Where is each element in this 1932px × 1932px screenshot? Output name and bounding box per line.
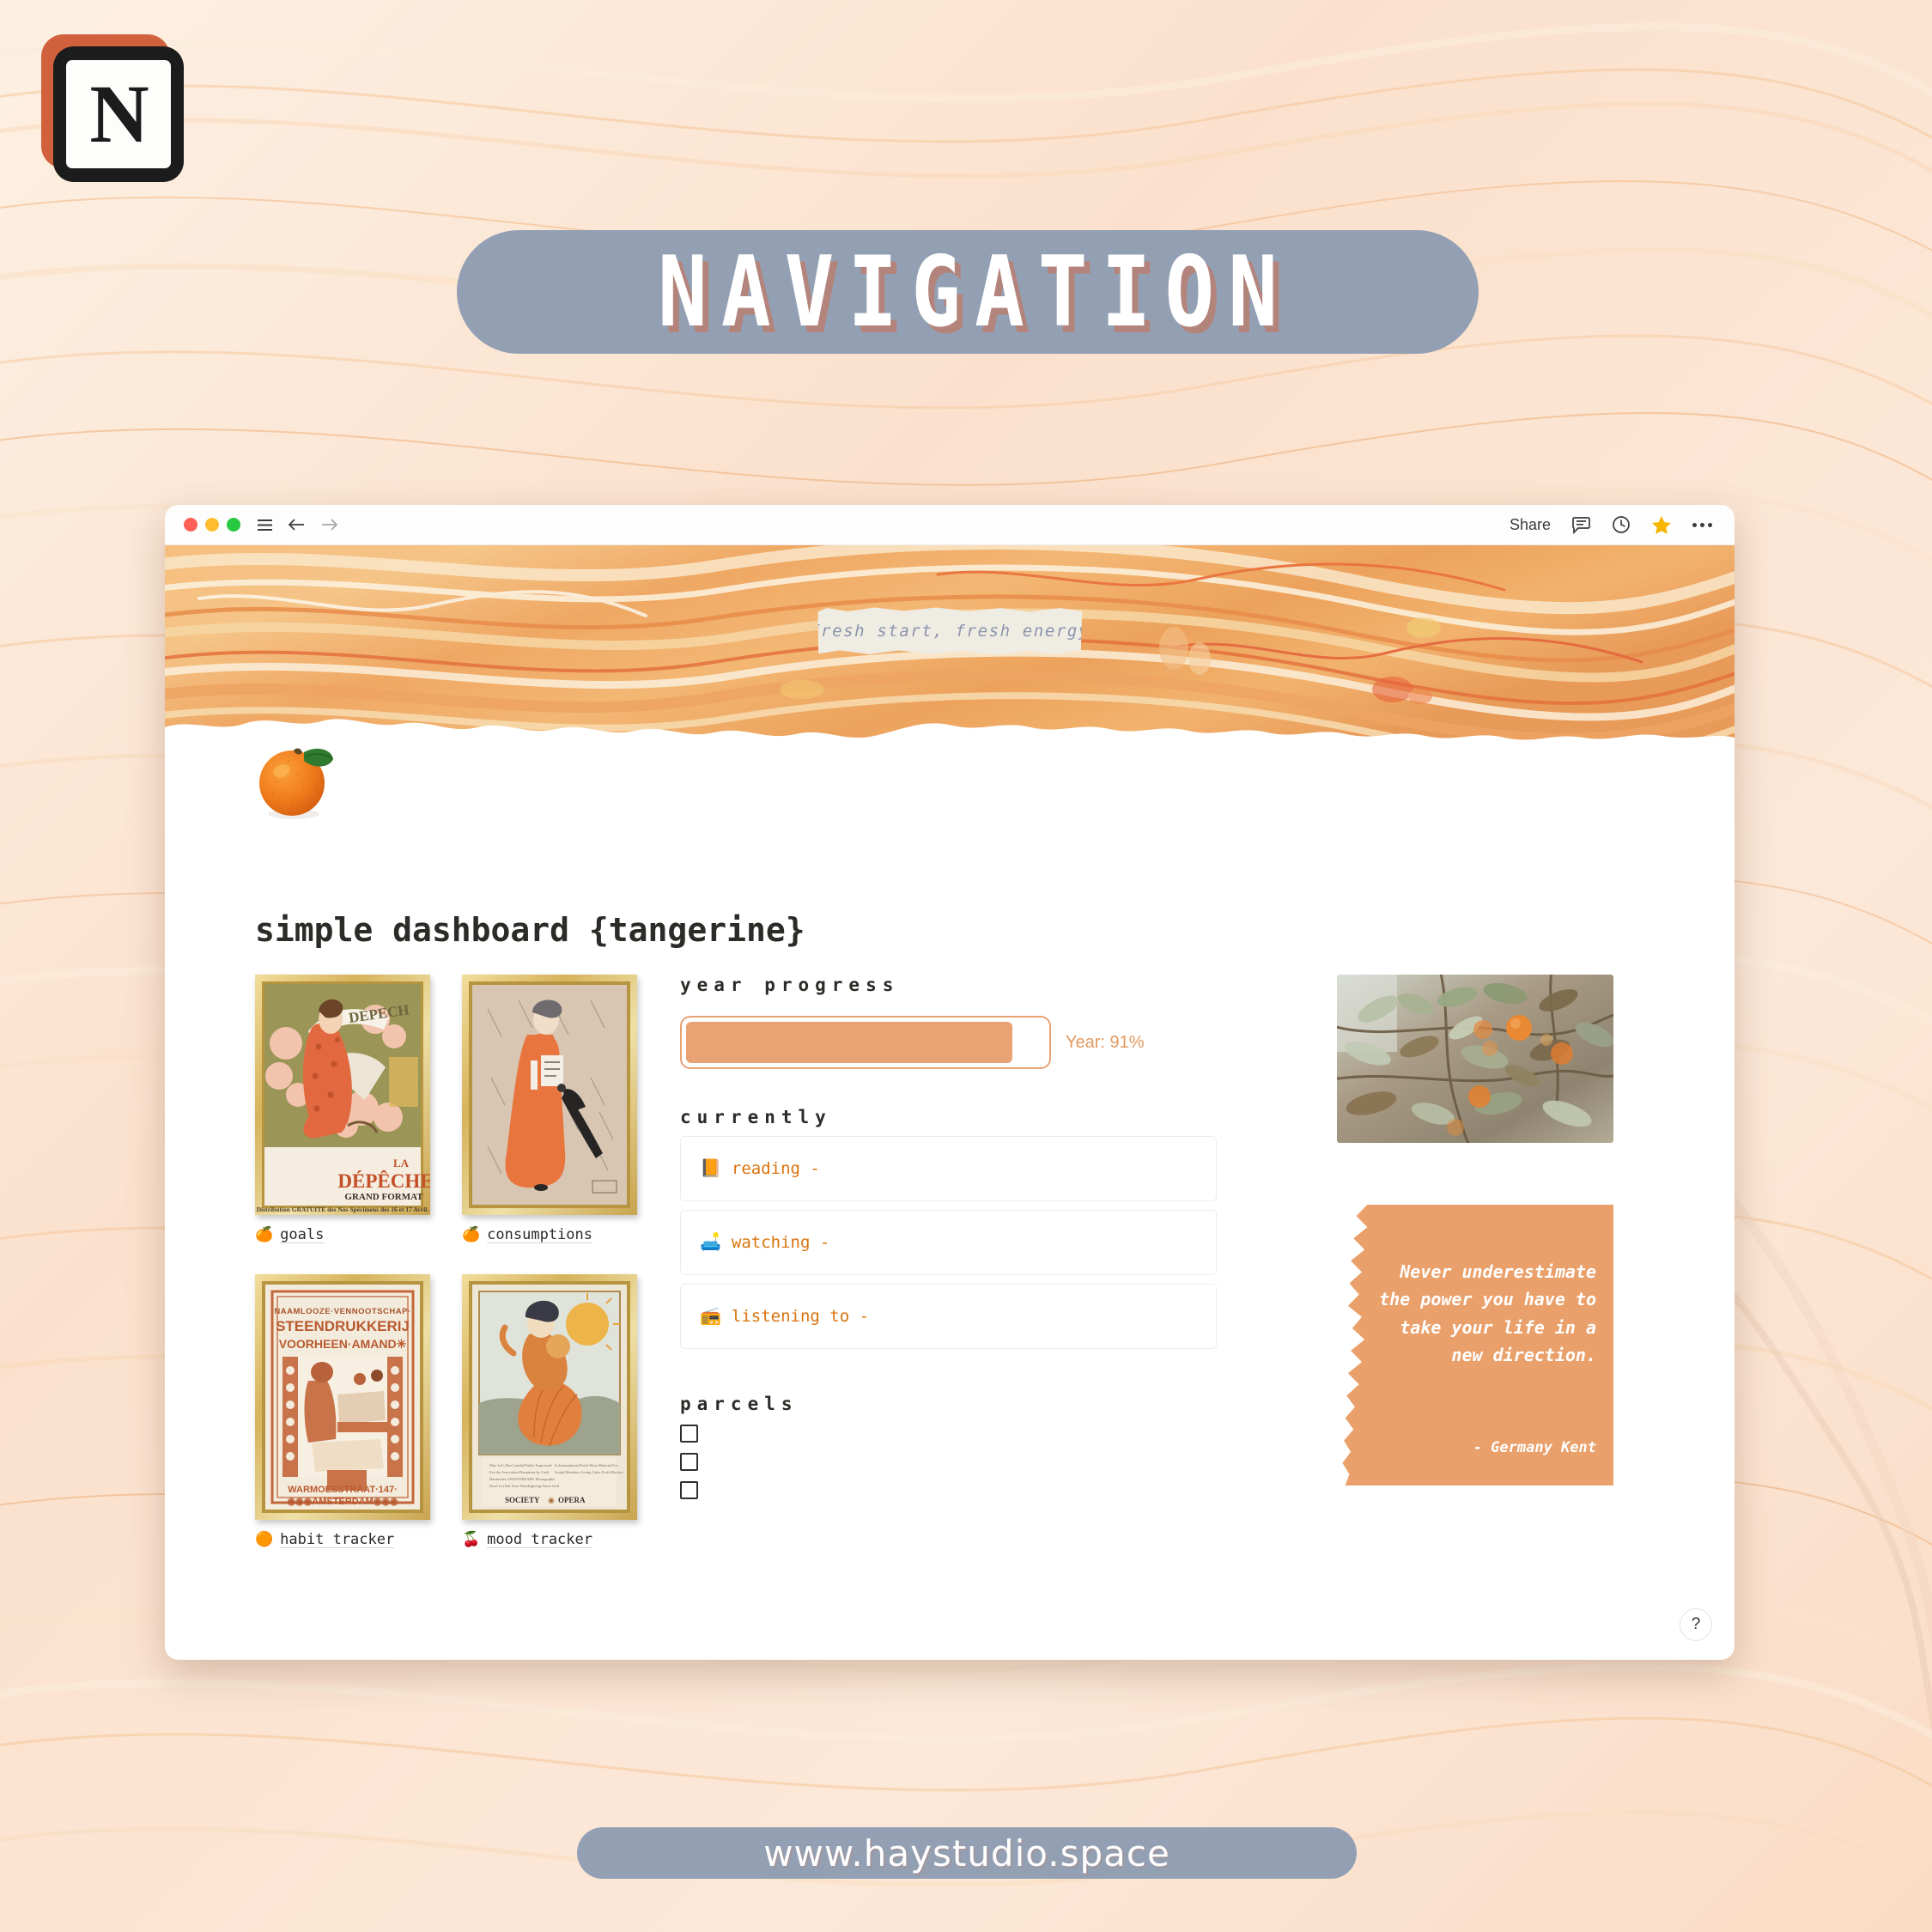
poster-image-steendrukkerij[interactable]: NAAMLOOZE·VENNOOTSCHAP· STEENDRUKKERIJ V…	[255, 1274, 430, 1520]
page-title: simple dashboard {tangerine}	[255, 911, 805, 949]
poster-card-goals[interactable]: DEPECH LA DÉPÊCHE GRAND FORMAT Distribut…	[255, 975, 430, 1243]
history-clock-icon[interactable]	[1612, 515, 1631, 534]
svg-text:Harmonies ANNIVERSARY Photogra: Harmonies ANNIVERSARY Photographs	[489, 1477, 555, 1481]
poster-link-text[interactable]: mood tracker	[487, 1531, 592, 1548]
poster-image-woman-umbrella[interactable]	[462, 975, 637, 1215]
svg-text:◉: ◉	[548, 1496, 555, 1504]
svg-text:DÉPÊCHE: DÉPÊCHE	[337, 1170, 430, 1192]
poster-label-consumptions[interactable]: 🍊 consumptions	[462, 1226, 637, 1243]
currently-reading-text[interactable]: reading -	[732, 1159, 820, 1178]
parcel-todo-item[interactable]	[680, 1452, 1217, 1471]
svg-text:In International Profit Most M: In International Profit Most Material Fo…	[555, 1463, 618, 1467]
year-progress-label: Year: 91%	[1066, 1032, 1145, 1052]
page-cover: fresh start, fresh energy	[165, 545, 1735, 744]
poster-label-habit-tracker[interactable]: 🟠 habit tracker	[255, 1531, 430, 1548]
main-column: year progress Year: 91% currently 📙 read…	[680, 975, 1217, 1499]
parcels-heading: parcels	[680, 1394, 799, 1414]
year-progress-heading: year progress	[680, 975, 900, 995]
quote-card: Never underestimate the power you have t…	[1337, 1205, 1613, 1485]
svg-text:WARMOESSTRAAT·147·: WARMOESSTRAAT·147·	[288, 1485, 398, 1495]
persimmon-tree-photo	[1337, 975, 1613, 1143]
svg-text:Don't Let But Your Thanksgivin: Don't Let But Your Thanksgiving Street G…	[489, 1484, 560, 1488]
poster-label-mood-tracker[interactable]: 🍒 mood tracker	[462, 1531, 637, 1548]
close-window-dot[interactable]	[184, 518, 197, 532]
footer-url-text: www.haystudio.space	[763, 1832, 1170, 1874]
poster-image-dancer-fan[interactable]: May Let's Bee Candid Public Impressed Fo…	[462, 1274, 637, 1520]
tangerine-branch-emoji-icon: 🍊	[462, 1225, 481, 1243]
svg-text:OPERA: OPERA	[558, 1496, 586, 1504]
window-chrome: Share	[165, 505, 1735, 545]
poster-link-text[interactable]: habit tracker	[280, 1531, 394, 1548]
traffic-lights[interactable]	[184, 518, 240, 532]
svg-text:LA: LA	[393, 1157, 410, 1170]
quote-author: - Germany Kent	[1473, 1439, 1596, 1456]
svg-text:For the Assocation Donations b: For the Assocation Donations by Cash	[489, 1470, 550, 1474]
radio-emoji-icon: 📻	[700, 1307, 721, 1326]
cherries-emoji-icon: 🍒	[462, 1530, 481, 1548]
poster-card-mood-tracker[interactable]: May Let's Bee Candid Public Impressed Fo…	[462, 1274, 637, 1548]
currently-listening-text[interactable]: listening to -	[732, 1307, 869, 1326]
maximize-window-dot[interactable]	[227, 518, 240, 532]
poster-card-consumptions[interactable]: 🍊 consumptions	[462, 975, 637, 1243]
tangerine-emoji-icon: 🍊	[255, 1225, 274, 1243]
quote-text: Never underestimate the power you have t…	[1379, 1261, 1596, 1366]
svg-text:◉◉◉AMSTERDAM◉◉◉: ◉◉◉AMSTERDAM◉◉◉	[287, 1497, 398, 1507]
parcel-todo-item[interactable]	[680, 1480, 1217, 1499]
favorite-star-icon[interactable]	[1651, 515, 1672, 535]
footer-url-pill: www.haystudio.space	[577, 1827, 1357, 1879]
logo-body: N	[53, 46, 184, 182]
svg-text:VOORHEEN·AMAND✳: VOORHEEN·AMAND✳	[279, 1337, 407, 1351]
parcel-checkbox[interactable]	[680, 1424, 698, 1443]
right-column: Never underestimate the power you have t…	[1337, 975, 1613, 1485]
parcel-checkbox[interactable]	[680, 1452, 698, 1471]
minimize-window-dot[interactable]	[205, 518, 219, 532]
currently-card-watching[interactable]: 🛋️ watching -	[680, 1210, 1217, 1275]
poster-link-text[interactable]: consumptions	[487, 1226, 592, 1243]
back-arrow-icon[interactable]	[288, 518, 306, 532]
parcel-checkbox[interactable]	[680, 1480, 698, 1499]
logo-letter: N	[89, 68, 149, 160]
orange-fruit-illustration	[251, 732, 340, 823]
help-button[interactable]: ?	[1680, 1608, 1712, 1641]
currently-card-listening[interactable]: 📻 listening to -	[680, 1284, 1217, 1349]
forward-arrow-icon[interactable]	[320, 518, 338, 532]
page-content: simple dashboard {tangerine} DEPECH LA D…	[165, 744, 1735, 1660]
notion-logo: N	[41, 34, 189, 187]
currently-watching-text[interactable]: watching -	[732, 1233, 829, 1252]
svg-text:SOCIETY: SOCIETY	[505, 1496, 540, 1504]
year-progress-fill	[686, 1022, 1013, 1063]
svg-text:May Let's Bee Candid Public Im: May Let's Bee Candid Public Impressed	[489, 1463, 552, 1467]
book-emoji-icon: 📙	[700, 1159, 721, 1178]
poster-links-grid: DEPECH LA DÉPÊCHE GRAND FORMAT Distribut…	[255, 975, 637, 1548]
comment-icon[interactable]	[1571, 516, 1591, 534]
orange-circle-emoji-icon: 🟠	[255, 1530, 274, 1548]
poster-card-habit-tracker[interactable]: NAAMLOOZE·VENNOOTSCHAP· STEENDRUKKERIJ V…	[255, 1274, 430, 1548]
menu-icon[interactable]	[257, 519, 273, 532]
currently-card-reading[interactable]: 📙 reading -	[680, 1136, 1217, 1201]
svg-text:Grand Members Acting Unite Pro: Grand Members Acting Unite Profit Review	[555, 1470, 624, 1474]
torn-paper-edge	[165, 698, 1735, 744]
share-button[interactable]: Share	[1510, 516, 1551, 534]
cover-caption-tape: fresh start, fresh energy	[817, 607, 1083, 655]
year-progress-bar	[680, 1016, 1051, 1069]
year-progress-row: Year: 91%	[680, 1016, 1217, 1069]
svg-text:GRAND FORMAT: GRAND FORMAT	[344, 1192, 423, 1202]
svg-text:Distribution GRATUITE des Nos: Distribution GRATUITE des Nos Spécimens …	[257, 1206, 429, 1213]
currently-heading: currently	[680, 1107, 832, 1127]
navigation-banner: NAVIGATION	[457, 230, 1479, 354]
poster-link-text[interactable]: goals	[280, 1226, 324, 1243]
cover-caption-text: fresh start, fresh energy	[810, 622, 1090, 641]
logo-page: N	[66, 60, 171, 168]
banner-title: NAVIGATION	[658, 234, 1291, 349]
svg-text:STEENDRUKKERIJ: STEENDRUKKERIJ	[276, 1318, 410, 1334]
poster-image-la-depeche[interactable]: DEPECH LA DÉPÊCHE GRAND FORMAT Distribut…	[255, 975, 430, 1215]
svg-text:NAAMLOOZE·VENNOOTSCHAP·: NAAMLOOZE·VENNOOTSCHAP·	[274, 1307, 410, 1316]
parcel-todo-item[interactable]	[680, 1424, 1217, 1443]
couch-emoji-icon: 🛋️	[700, 1233, 721, 1252]
poster-label-goals[interactable]: 🍊 goals	[255, 1226, 430, 1243]
more-options-icon[interactable]	[1692, 522, 1712, 527]
browser-window: Share fresh start, fresh energy simple d…	[165, 505, 1735, 1660]
